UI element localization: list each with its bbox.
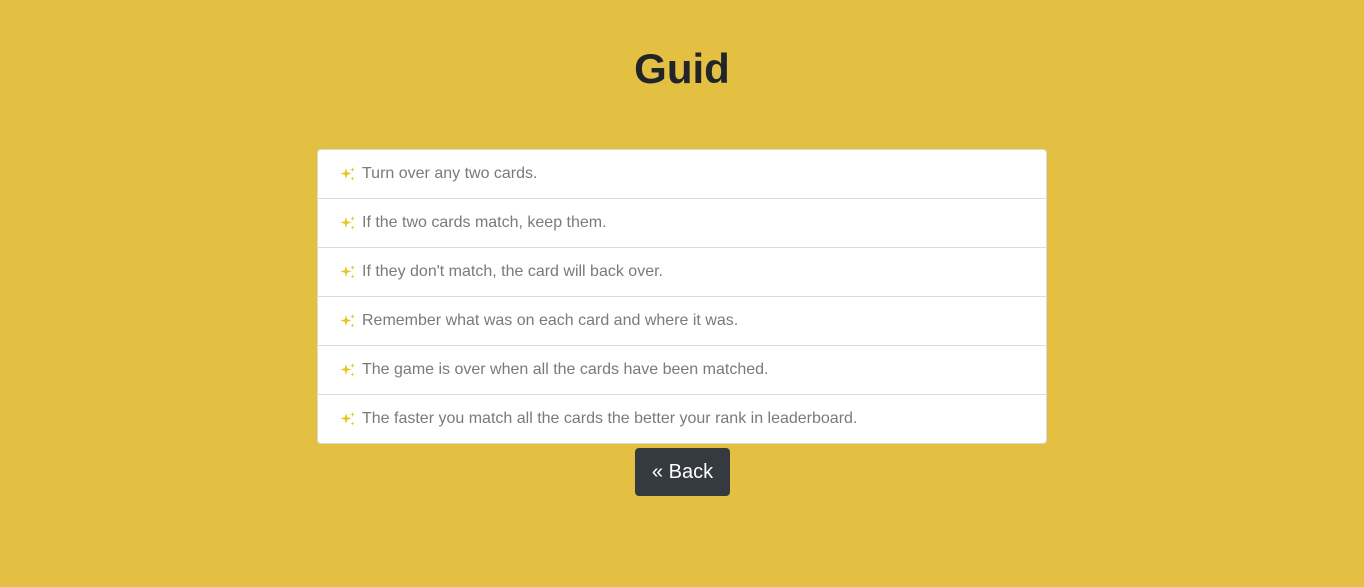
rule-text: Remember what was on each card and where…: [362, 312, 739, 329]
sparkle-icon: [340, 411, 356, 427]
rule-text: The faster you match all the cards the b…: [362, 410, 858, 427]
list-item: Remember what was on each card and where…: [318, 297, 1046, 346]
sparkle-icon: [340, 362, 356, 378]
rule-text: If the two cards match, keep them.: [362, 214, 607, 231]
list-item: If the two cards match, keep them.: [318, 199, 1046, 248]
list-item: If they don't match, the card will back …: [318, 248, 1046, 297]
back-button[interactable]: « Back: [635, 448, 730, 496]
rule-text: If they don't match, the card will back …: [362, 263, 663, 280]
list-item: The faster you match all the cards the b…: [318, 395, 1046, 443]
rules-list: Turn over any two cards. If the two card…: [317, 149, 1047, 444]
sparkle-icon: [340, 166, 356, 182]
list-item: The game is over when all the cards have…: [318, 346, 1046, 395]
rule-text: Turn over any two cards.: [362, 165, 538, 182]
sparkle-icon: [340, 264, 356, 280]
sparkle-icon: [340, 215, 356, 231]
list-item: Turn over any two cards.: [318, 150, 1046, 199]
sparkle-icon: [340, 313, 356, 329]
page-title: Guid: [634, 45, 730, 92]
rule-text: The game is over when all the cards have…: [362, 361, 769, 378]
